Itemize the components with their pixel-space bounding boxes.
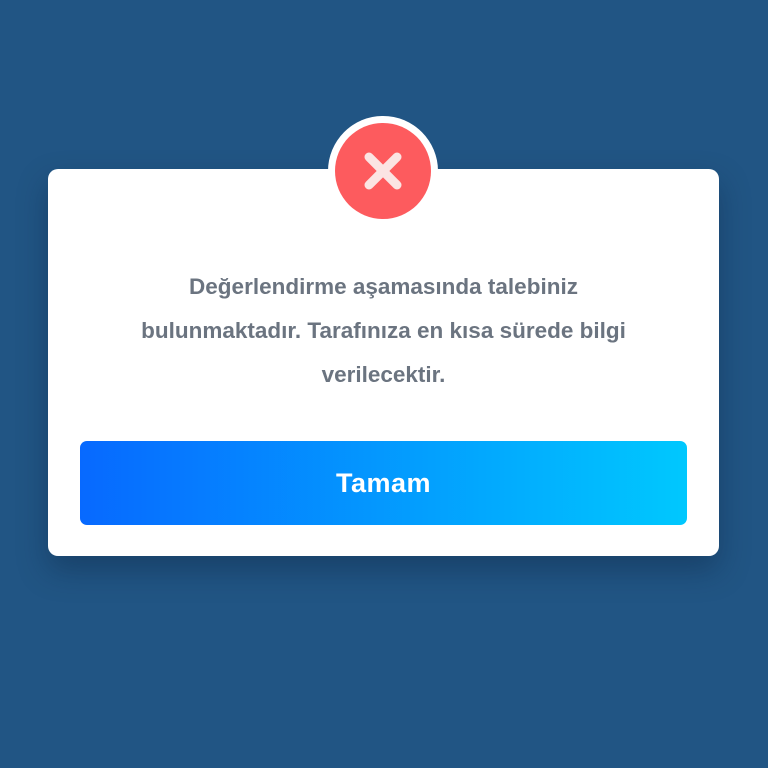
ok-button[interactable]: Tamam: [80, 441, 687, 525]
error-circle: [335, 123, 431, 219]
alert-dialog: Değerlendirme aşamasında talebiniz bulun…: [48, 169, 719, 556]
dialog-message: Değerlendirme aşamasında talebiniz bulun…: [141, 274, 626, 387]
error-badge: [328, 116, 438, 226]
close-icon: [364, 152, 402, 190]
screen: { "colors": { "background": "#215584", "…: [0, 0, 768, 768]
